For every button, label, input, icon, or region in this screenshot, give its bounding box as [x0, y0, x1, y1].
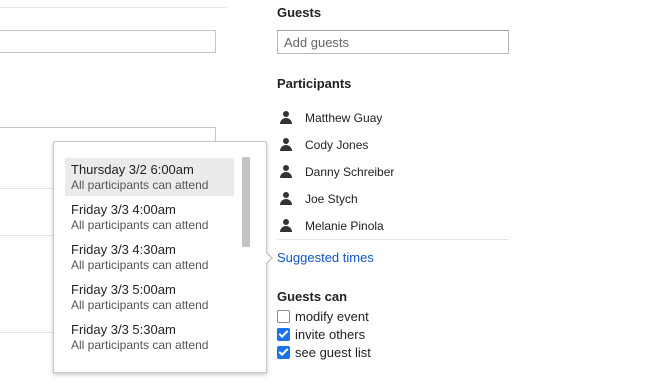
time-slot-option[interactable]: Friday 3/3 5:00am All participants can a… — [65, 278, 234, 316]
participant-name: Matthew Guay — [305, 111, 383, 125]
popup-scrollbar[interactable] — [242, 157, 250, 247]
event-text-input[interactable] — [0, 30, 216, 53]
time-slot-option[interactable]: Thursday 3/2 6:00am All participants can… — [65, 158, 234, 196]
time-slot-time: Friday 3/3 5:00am — [71, 282, 176, 297]
participant-name: Melanie Pinola — [305, 219, 384, 233]
participant-name: Danny Schreiber — [305, 165, 395, 179]
participant-row[interactable]: Melanie Pinola — [277, 217, 507, 235]
time-slot-note: All participants can attend — [71, 258, 209, 272]
person-icon — [278, 191, 294, 207]
participant-row[interactable]: Cody Jones — [277, 136, 507, 154]
invite-others-checkbox[interactable] — [277, 327, 290, 341]
time-slot-time: Friday 3/3 5:30am — [71, 322, 176, 337]
invite-others-label[interactable]: invite others — [295, 327, 365, 342]
modify-event-label[interactable]: modify event — [295, 309, 369, 324]
divider — [277, 239, 509, 240]
divider — [0, 7, 227, 8]
guests-heading: Guests — [277, 5, 322, 20]
divider — [0, 332, 56, 333]
divider — [0, 188, 56, 189]
participant-row[interactable]: Matthew Guay — [277, 109, 507, 127]
time-slot-time: Thursday 3/2 6:00am — [71, 162, 194, 177]
divider — [0, 235, 56, 236]
participants-heading: Participants — [277, 76, 352, 91]
participant-name: Joe Stych — [305, 192, 358, 206]
time-slot-note: All participants can attend — [71, 218, 209, 232]
time-slot-time: Friday 3/3 4:00am — [71, 202, 176, 217]
time-slot-option[interactable]: Friday 3/3 5:30am All participants can a… — [65, 318, 234, 356]
guests-can-heading: Guests can — [277, 289, 348, 304]
participant-name: Cody Jones — [305, 138, 369, 152]
invite-others-option[interactable]: invite others — [277, 326, 365, 342]
suggested-times-link[interactable]: Suggested times — [277, 250, 374, 265]
see-guest-list-label[interactable]: see guest list — [295, 345, 371, 360]
time-slot-option[interactable]: Friday 3/3 4:30am All participants can a… — [65, 238, 234, 276]
modify-event-option[interactable]: modify event — [277, 308, 369, 324]
time-slot-note: All participants can attend — [71, 298, 209, 312]
participant-row[interactable]: Joe Stych — [277, 190, 507, 208]
person-icon — [278, 164, 294, 180]
modify-event-checkbox[interactable] — [277, 309, 290, 323]
time-slot-note: All participants can attend — [71, 178, 209, 192]
time-slot-option[interactable]: Friday 3/3 4:00am All participants can a… — [65, 198, 234, 236]
time-slot-note: All participants can attend — [71, 338, 209, 352]
person-icon — [278, 110, 294, 126]
see-guest-list-option[interactable]: see guest list — [277, 344, 371, 360]
add-guests-input[interactable] — [277, 30, 509, 54]
person-icon — [278, 218, 294, 234]
time-slot-time: Friday 3/3 4:30am — [71, 242, 176, 257]
popup-pointer-arrow-fill — [265, 252, 271, 264]
participant-row[interactable]: Danny Schreiber — [277, 163, 507, 181]
suggested-times-popup: Thursday 3/2 6:00am All participants can… — [53, 141, 267, 373]
person-icon — [278, 137, 294, 153]
see-guest-list-checkbox[interactable] — [277, 345, 290, 359]
